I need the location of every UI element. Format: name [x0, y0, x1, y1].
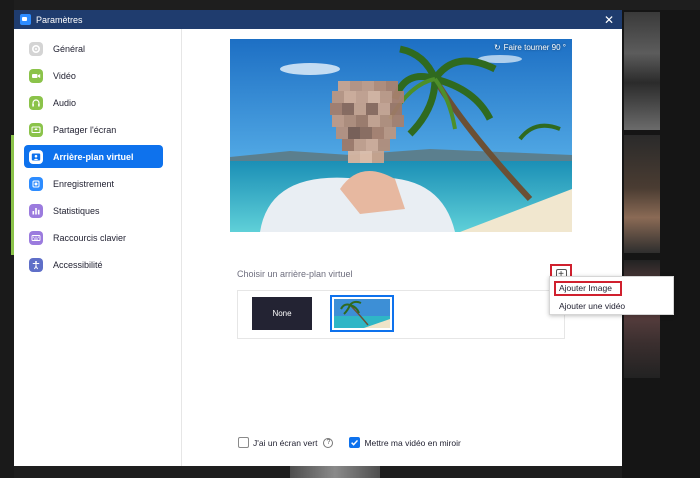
participant-tile	[290, 466, 380, 478]
mirror-video-label: Mettre ma vidéo en miroir	[364, 437, 461, 448]
sidebar-item-label: Statistiques	[53, 205, 100, 216]
person-background-icon	[29, 149, 43, 164]
sidebar-item-audio[interactable]: Audio	[24, 91, 163, 114]
sidebar-item-video[interactable]: Vidéo	[24, 64, 163, 87]
video-icon	[29, 68, 43, 83]
sidebar-item-share-screen[interactable]: Partager l'écran	[24, 118, 163, 141]
mirror-video-checkbox[interactable]	[349, 437, 361, 448]
sidebar-item-label: Vidéo	[53, 70, 76, 81]
sidebar-item-accessibility[interactable]: Accessibilité	[24, 253, 163, 276]
sidebar-item-label: Raccourcis clavier	[53, 232, 127, 243]
rotate-label: Faire tourner 90 °	[503, 43, 566, 52]
sidebar-item-statistics[interactable]: Statistiques	[24, 199, 163, 222]
menu-item-add-image[interactable]: Ajouter Image	[554, 281, 622, 296]
background-thumbnails: None	[237, 290, 565, 339]
sidebar-item-label: Enregistrement	[53, 178, 115, 189]
background-none-option[interactable]: None	[252, 297, 312, 330]
settings-window: Paramètres ✕ Général Vidéo Audio Partage…	[14, 10, 622, 466]
menu-item-add-video[interactable]: Ajouter une vidéo	[559, 301, 625, 311]
zoom-app-icon	[20, 14, 31, 25]
settings-sidebar: Général Vidéo Audio Partager l'écran Arr…	[14, 29, 182, 466]
participant-tile	[624, 135, 660, 253]
sidebar-item-virtual-background[interactable]: Arrière-plan virtuel	[24, 145, 163, 168]
sidebar-item-label: Arrière-plan virtuel	[53, 151, 134, 162]
keyboard-icon	[29, 230, 43, 245]
sidebar-item-label: Partager l'écran	[53, 124, 117, 135]
sidebar-item-recording[interactable]: Enregistrement	[24, 172, 163, 195]
sidebar-item-general[interactable]: Général	[24, 37, 163, 60]
close-button[interactable]: ✕	[602, 14, 616, 26]
section-title: Choisir un arrière-plan virtuel	[237, 269, 353, 279]
headphones-icon	[29, 95, 43, 110]
add-background-menu: Ajouter Image Ajouter une vidéo	[549, 276, 674, 315]
statistics-icon	[29, 203, 43, 218]
green-screen-checkbox[interactable]	[238, 437, 249, 448]
video-preview: ↻ Faire tourner 90 °	[230, 39, 572, 232]
share-screen-icon	[29, 122, 43, 137]
sidebar-item-label: Audio	[53, 97, 77, 108]
title-bar: Paramètres ✕	[14, 10, 622, 29]
sidebar-item-label: Général	[53, 43, 86, 54]
rotate-icon: ↻	[493, 43, 501, 52]
help-icon[interactable]: ?	[323, 437, 334, 448]
accessibility-icon	[29, 257, 43, 272]
background-beach-option[interactable]	[330, 295, 394, 332]
preview-image	[230, 39, 572, 232]
participant-tile	[624, 12, 660, 130]
green-screen-label: J'ai un écran vert	[253, 437, 318, 448]
gear-icon	[29, 41, 43, 56]
rotate-button[interactable]: ↻ Faire tourner 90 °	[494, 43, 566, 52]
window-title: Paramètres	[36, 14, 83, 25]
record-icon	[29, 176, 43, 191]
beach-thumbnail-image	[334, 299, 390, 328]
sidebar-item-label: Accessibilité	[53, 259, 103, 270]
video-options: J'ai un écran vert ? Mettre ma vidéo en …	[238, 437, 461, 448]
sidebar-item-keyboard-shortcuts[interactable]: Raccourcis clavier	[24, 226, 163, 249]
checkmark-icon	[351, 439, 359, 446]
